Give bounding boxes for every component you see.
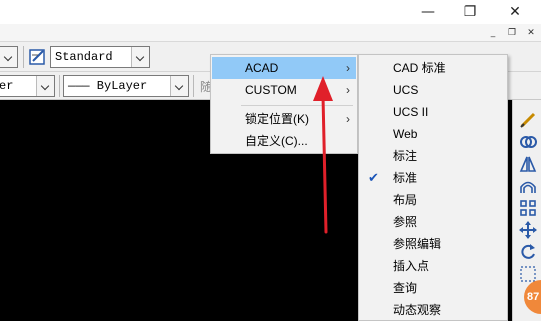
move-icon[interactable]	[518, 220, 538, 240]
menu-item-label: ACAD	[245, 61, 279, 75]
layer-dropdown[interactable]: er	[0, 75, 55, 97]
mirror-icon[interactable]	[518, 154, 538, 174]
toolbar-context-menu: ACAD › CUSTOM › 锁定位置(K) › 自定义(C)...	[210, 54, 358, 154]
document-controls: _ ❐ ✕	[0, 24, 541, 42]
chevron-down-icon	[170, 76, 188, 96]
checkmark-icon: ✔	[368, 170, 379, 185]
submenu-arrow-icon: ›	[346, 112, 350, 126]
submenu-item-refedit[interactable]: 参照编辑	[360, 233, 506, 255]
text-style-icon[interactable]	[28, 47, 48, 67]
menu-item-acad[interactable]: ACAD ›	[212, 57, 356, 79]
linetype-value: ——— ByLayer	[68, 79, 148, 93]
menu-item-label: 参照	[393, 215, 418, 229]
toolbar-separator	[59, 75, 60, 97]
menu-item-label: 查询	[393, 281, 418, 295]
menu-item-custom[interactable]: CUSTOM ›	[212, 79, 356, 101]
submenu-item-ucs[interactable]: UCS	[360, 79, 506, 101]
title-bar: — ❐ ✕	[0, 0, 541, 24]
submenu-arrow-icon: ›	[346, 61, 350, 75]
toolbar-separator	[23, 46, 24, 68]
submenu-item-inquiry[interactable]: 查询	[360, 277, 506, 299]
menu-item-lock-position[interactable]: 锁定位置(K) ›	[212, 108, 356, 130]
rotate-icon[interactable]	[518, 242, 538, 262]
submenu-item-reference[interactable]: 参照	[360, 211, 506, 233]
pencil-icon[interactable]	[518, 110, 538, 130]
submenu-item-orbit[interactable]: 动态观察	[360, 299, 506, 321]
submenu-item-layout[interactable]: 布局	[360, 189, 506, 211]
menu-item-label: 标准	[393, 171, 418, 185]
array-icon[interactable]	[518, 198, 538, 218]
minimize-button[interactable]: —	[408, 0, 448, 24]
doc-restore-button[interactable]: ❐	[505, 26, 519, 40]
menu-item-label: Web	[393, 127, 418, 141]
menu-item-label: UCS	[393, 83, 419, 97]
text-style-value: Standard	[55, 50, 113, 64]
doc-minimize-button[interactable]: _	[486, 26, 500, 40]
chevron-down-icon	[36, 76, 54, 96]
menu-item-label: 参照编辑	[393, 237, 442, 251]
copy-icon[interactable]	[518, 132, 538, 152]
partial-dropdown[interactable]	[0, 46, 18, 68]
menu-item-label: 插入点	[393, 259, 430, 273]
menu-item-label: 锁定位置(K)	[245, 112, 309, 126]
menu-item-label: CUSTOM	[245, 83, 297, 97]
doc-close-button[interactable]: ✕	[524, 26, 538, 40]
submenu-item-cad-standards[interactable]: CAD 标准	[360, 57, 506, 79]
text-style-dropdown[interactable]: Standard	[50, 46, 150, 68]
menu-item-label: 标注	[393, 149, 418, 163]
menu-separator	[241, 105, 353, 106]
submenu-item-standard[interactable]: ✔ 标准	[360, 167, 506, 189]
menu-item-label: 布局	[393, 193, 418, 207]
submenu-item-insertion-point[interactable]: 插入点	[360, 255, 506, 277]
menu-item-label: 自定义(C)...	[245, 134, 308, 148]
acad-toolbars-submenu: CAD 标准 UCS UCS II Web 标注 ✔ 标准 布局 参照 参照编辑…	[358, 54, 508, 321]
menu-item-customize[interactable]: 自定义(C)...	[212, 130, 356, 152]
linetype-dropdown[interactable]: ——— ByLayer	[63, 75, 189, 97]
close-button[interactable]: ✕	[495, 0, 535, 24]
menu-item-label: CAD 标准	[393, 61, 446, 75]
menu-item-label: UCS II	[393, 105, 429, 119]
layer-value: er	[0, 79, 14, 93]
submenu-arrow-icon: ›	[346, 83, 350, 97]
chevron-down-icon	[131, 47, 149, 67]
chevron-down-icon	[0, 47, 17, 67]
submenu-item-web[interactable]: Web	[360, 123, 506, 145]
submenu-item-dimension[interactable]: 标注	[360, 145, 506, 167]
offset-icon[interactable]	[518, 176, 538, 196]
restore-button[interactable]: ❐	[450, 0, 490, 24]
submenu-item-ucs-ii[interactable]: UCS II	[360, 101, 506, 123]
toolbar-separator	[193, 75, 194, 97]
menu-item-label: 动态观察	[393, 303, 442, 317]
